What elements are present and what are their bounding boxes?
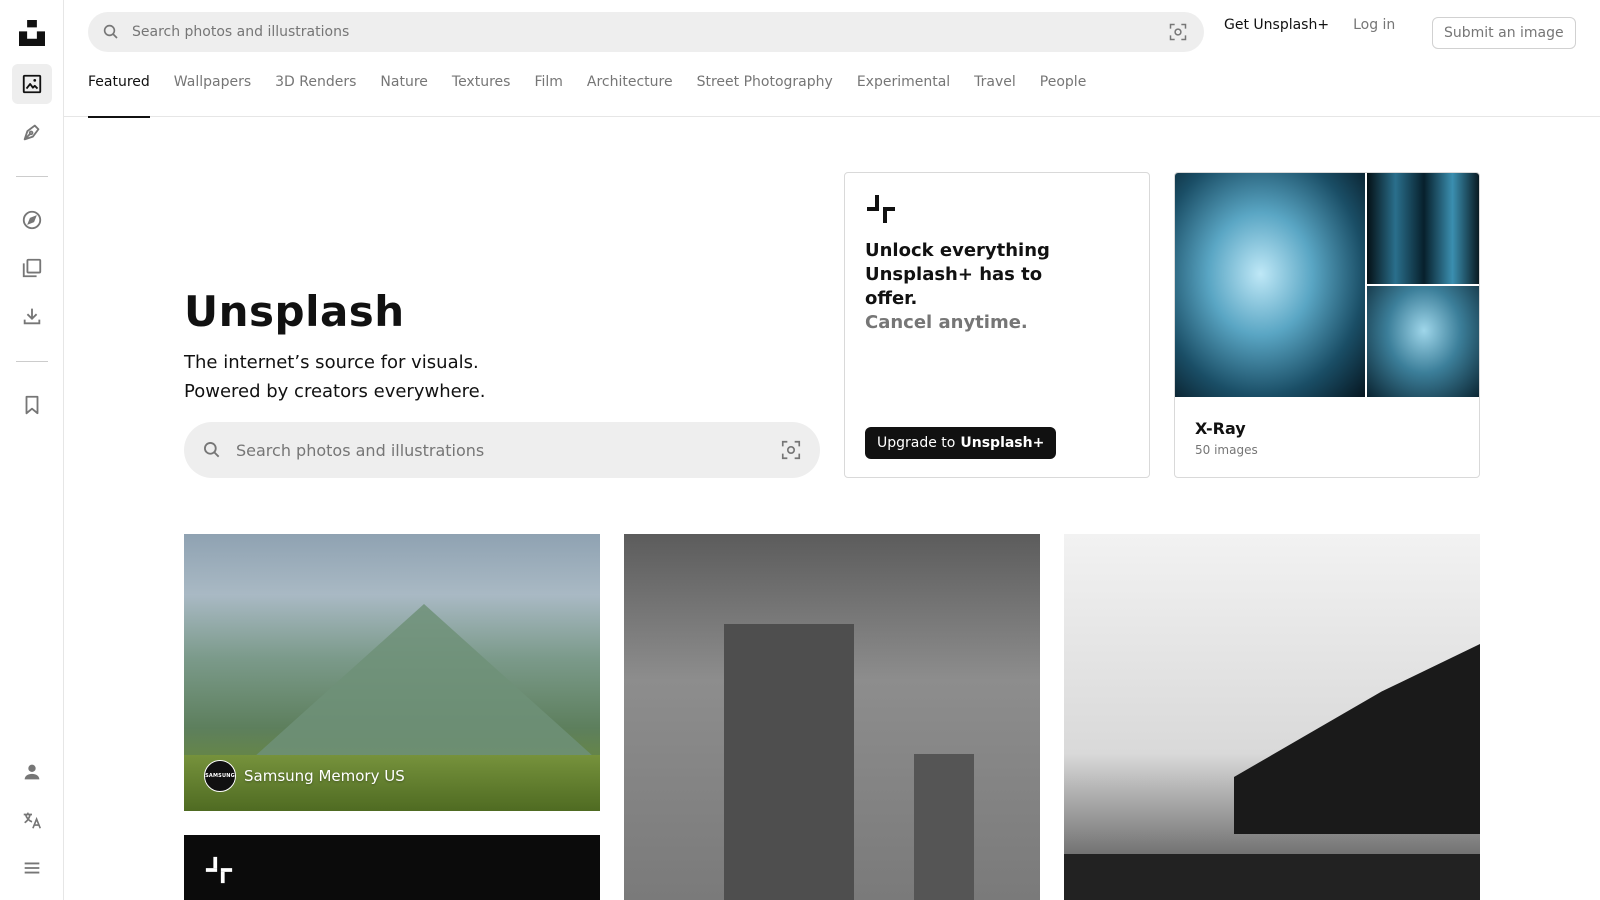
photo-content <box>724 624 854 900</box>
photo-mountain[interactable]: SAMSUNG Samsung Memory US <box>184 534 600 811</box>
collections-icon <box>22 258 42 278</box>
login-link[interactable]: Log in <box>1353 17 1395 33</box>
explore-nav-button[interactable] <box>12 200 52 240</box>
upgrade-button-brand: Unsplash+ <box>960 435 1045 451</box>
left-sidebar <box>0 0 64 900</box>
category-nav: Featured Wallpapers 3D Renders Nature Textur… <box>64 62 1600 118</box>
unsplash-plus-icon <box>867 195 895 223</box>
header-links: Get Unsplash+ Log in <box>1224 17 1395 33</box>
hero-title: Unsplash <box>184 287 405 336</box>
language-button[interactable] <box>12 800 52 840</box>
avatar: SAMSUNG <box>204 760 236 792</box>
plus-card-headline-text: Unlock everything Unsplash+ has to offer… <box>865 240 1050 309</box>
collection-card[interactable]: X-Ray 50 images <box>1174 172 1480 478</box>
category-tab-3d-renders[interactable]: 3D Renders <box>275 62 356 117</box>
search-icon[interactable] <box>102 23 120 41</box>
plus-card-headline: Unlock everything Unsplash+ has to offer… <box>865 239 1095 335</box>
explore-icon <box>22 210 42 230</box>
bookmarks-nav-button[interactable] <box>12 385 52 425</box>
category-tab-street-photography[interactable]: Street Photography <box>697 62 833 117</box>
menu-button[interactable] <box>12 848 52 888</box>
collection-preview-image <box>1175 173 1365 397</box>
photo-plus-premium[interactable] <box>184 835 600 900</box>
header-search-bar[interactable] <box>88 12 1204 52</box>
photo-pier[interactable] <box>1064 534 1480 900</box>
photos-nav-button[interactable] <box>12 64 52 104</box>
header-search-input[interactable] <box>132 12 1168 52</box>
bookmark-icon <box>25 395 39 415</box>
visual-search-icon[interactable] <box>780 439 802 461</box>
category-tab-film[interactable]: Film <box>534 62 562 117</box>
category-tabs: Featured Wallpapers 3D Renders Nature Textur… <box>88 62 1110 118</box>
photo-author[interactable]: SAMSUNG Samsung Memory US <box>204 760 405 792</box>
photos-icon <box>22 74 42 94</box>
category-tab-textures[interactable]: Textures <box>452 62 511 117</box>
collection-title: X-Ray <box>1195 419 1246 438</box>
account-button[interactable] <box>12 752 52 792</box>
photo-content <box>1234 644 1480 834</box>
hero-subtitle: The internet’s source for visuals. Power… <box>184 348 485 406</box>
upgrade-button[interactable]: Upgrade to Unsplash+ <box>865 427 1057 459</box>
collection-preview-image <box>1367 286 1479 397</box>
language-icon <box>23 812 42 829</box>
collections-nav-button[interactable] <box>12 248 52 288</box>
downloads-nav-button[interactable] <box>12 296 52 336</box>
search-icon[interactable] <box>202 440 222 460</box>
menu-icon <box>24 862 40 874</box>
category-tab-nature[interactable]: Nature <box>380 62 427 117</box>
get-unsplash-plus-link[interactable]: Get Unsplash+ <box>1224 17 1329 33</box>
category-tab-architecture[interactable]: Architecture <box>587 62 673 117</box>
category-tab-people[interactable]: People <box>1040 62 1087 117</box>
collection-preview-image <box>1367 173 1479 284</box>
collection-preview-images <box>1175 173 1479 397</box>
unsplash-logo-icon[interactable] <box>19 20 45 46</box>
hero-subtitle-line: Powered by creators everywhere. <box>184 381 486 402</box>
top-bar: Get Unsplash+ Log in Submit an image <box>64 0 1600 62</box>
submit-image-button[interactable]: Submit an image <box>1432 17 1576 49</box>
hero-search-bar[interactable] <box>184 422 820 478</box>
photo-cathedral[interactable] <box>624 534 1040 900</box>
unsplash-plus-icon <box>205 856 233 884</box>
sidebar-divider <box>16 176 48 177</box>
category-tab-travel[interactable]: Travel <box>974 62 1016 117</box>
user-icon <box>24 764 40 780</box>
category-tab-featured[interactable]: Featured <box>88 62 150 118</box>
download-icon <box>23 308 41 325</box>
plus-card-subline: Cancel anytime. <box>865 312 1028 333</box>
unsplash-plus-card[interactable]: Unlock everything Unsplash+ has to offer… <box>844 172 1150 478</box>
collection-count: 50 images <box>1195 443 1258 457</box>
hero-subtitle-line: The internet’s source for visuals. <box>184 352 479 373</box>
upgrade-button-prefix: Upgrade to <box>877 435 956 451</box>
visual-search-icon[interactable] <box>1168 22 1188 42</box>
hero-search-input[interactable] <box>236 422 780 478</box>
sidebar-divider <box>16 361 48 362</box>
illustrations-icon <box>23 124 40 141</box>
category-tab-experimental[interactable]: Experimental <box>857 62 950 117</box>
author-name: Samsung Memory US <box>244 767 405 785</box>
illustrations-nav-button[interactable] <box>12 112 52 152</box>
photo-content <box>914 754 974 900</box>
category-tab-wallpapers[interactable]: Wallpapers <box>174 62 251 117</box>
photo-content <box>1064 854 1480 900</box>
